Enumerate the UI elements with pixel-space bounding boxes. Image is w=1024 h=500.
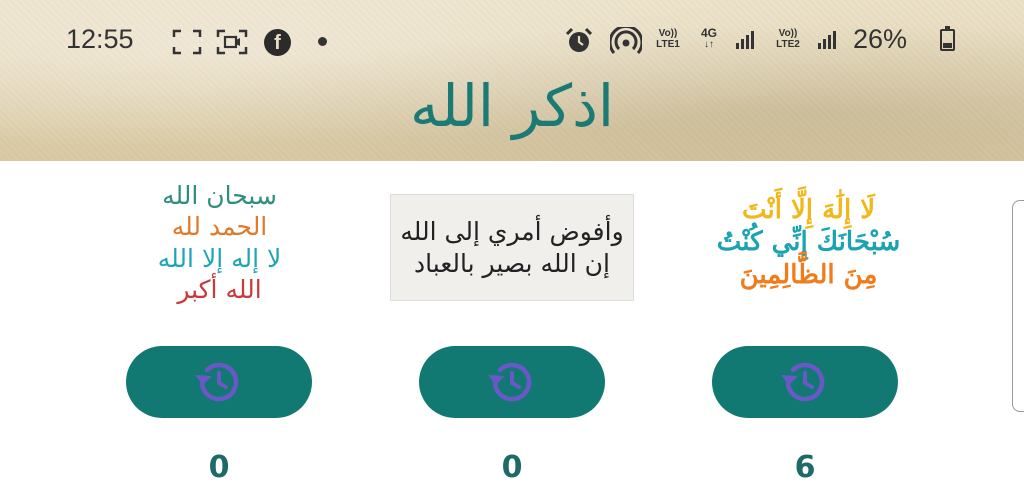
signal-icon (736, 31, 760, 49)
network-4g-label: 4G ↓↑ (694, 26, 724, 50)
facebook-icon: f (264, 29, 291, 56)
scroll-indicator[interactable] (1012, 200, 1024, 412)
dhikr-line: سبحان الله (162, 181, 277, 210)
counter-value-2: 0 (501, 450, 523, 485)
alarm-icon (565, 27, 593, 52)
network-lte2-label: Vo)) LTE2 (768, 28, 808, 50)
counter-button-1[interactable] (126, 346, 312, 418)
network-lte1-voice: Vo)) (658, 28, 678, 39)
network-lte2-type: LTE2 (776, 39, 800, 50)
network-lte2-voice: Vo)) (778, 28, 798, 39)
dhikr-line: الله أكبر (177, 274, 262, 304)
screen-record-icon (216, 29, 248, 55)
header: 12:55 f Vo)) LTE1 4G ↓↑ Vo)) LTE2 26% اذ… (0, 0, 1024, 161)
counter-value-3: 6 (794, 450, 816, 485)
dhikr-image-tasbih[interactable]: سبحان الله الحمد لله لا إله إلا الله الل… (97, 180, 342, 305)
counter-button-3[interactable] (712, 346, 898, 418)
dhikr-image-yunus[interactable]: لَا إِلَٰهَ إِلَّا أَنْتَ سُبْحَانَكَ إِ… (686, 180, 931, 305)
dhikr-line: مِنَ الظَّالِمِينَ (739, 259, 878, 290)
dhikr-line: وأفوض أمري إلى الله (400, 217, 624, 247)
dhikr-line: الحمد لله (171, 212, 268, 242)
counter-button-2[interactable] (419, 346, 605, 418)
status-time: 12:55 (66, 24, 134, 54)
network-lte1-type: LTE1 (656, 39, 680, 50)
history-icon (488, 362, 532, 402)
signal-icon (818, 31, 842, 49)
network-4g-type: 4G (700, 26, 717, 40)
battery-percent: 26% (853, 24, 908, 54)
counter-value-1: 0 (208, 450, 230, 485)
battery-icon (940, 26, 955, 51)
status-bar: 12:55 f Vo)) LTE1 4G ↓↑ Vo)) LTE2 26% (0, 0, 1024, 80)
dhikr-line: سُبْحَانَكَ إِنِّي كُنْتُ (716, 227, 901, 258)
history-icon (781, 362, 825, 402)
hotspot-icon (610, 27, 642, 54)
network-lte1-label: Vo)) LTE1 (651, 28, 685, 50)
history-icon (195, 362, 239, 402)
dhikr-line: لا إله إلا الله (157, 243, 282, 273)
dhikr-line: إن الله بصير بالعباد (414, 248, 610, 278)
page-title: اذكر الله (409, 72, 615, 140)
dhikr-line: لَا إِلَٰهَ إِلَّا أَنْتَ (741, 194, 876, 225)
notification-dot-icon (318, 37, 327, 46)
screenshot-icon (172, 29, 202, 55)
data-activity-icon: ↓↑ (704, 39, 714, 50)
dhikr-image-tafwid[interactable]: وأفوض أمري إلى الله إن الله بصير بالعباد (390, 194, 634, 301)
